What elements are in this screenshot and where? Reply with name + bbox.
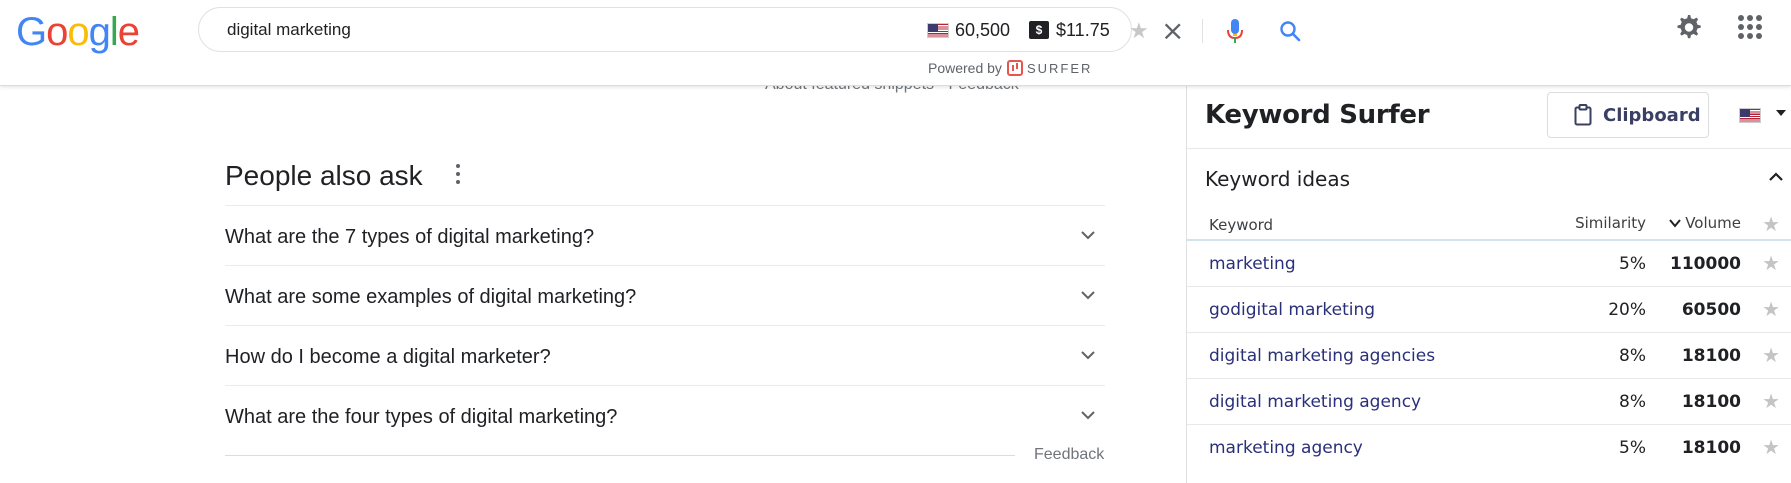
question-text: What are some examples of digital market… — [225, 286, 637, 308]
star-icon[interactable]: ★ — [1762, 251, 1780, 275]
logo-letter: l — [109, 10, 119, 54]
logo-letter: g — [88, 10, 111, 54]
google-logo[interactable]: Google — [16, 10, 140, 55]
star-icon[interactable]: ★ — [1129, 18, 1149, 44]
keyword-link[interactable]: marketing — [1209, 254, 1296, 274]
keyword-ideas-title: Keyword ideas — [1205, 167, 1351, 191]
column-header-volume-label: Volume — [1685, 214, 1741, 232]
question-item[interactable]: What are the four types of digital marke… — [225, 385, 1105, 445]
cpc-value: $11.75 — [1056, 20, 1110, 40]
surfer-logo-icon — [1006, 60, 1023, 76]
clipboard-icon — [1574, 104, 1592, 126]
keyword-link[interactable]: digital marketing agency — [1209, 392, 1421, 412]
table-row: digital marketing agencies 8% 18100 ★ — [1187, 333, 1791, 379]
country-flag-icon[interactable] — [1739, 108, 1761, 123]
feedback-link[interactable]: Feedback — [1034, 446, 1104, 464]
sort-desc-icon — [1669, 219, 1681, 228]
apps-grid-icon[interactable] — [1738, 15, 1762, 39]
table-row: marketing 5% 110000 ★ — [1187, 241, 1791, 287]
table-row: godigital marketing 20% 60500 ★ — [1187, 287, 1791, 333]
keyword-table-header: Keyword Similarity Volume ★ — [1187, 206, 1791, 241]
logo-letter: o — [46, 10, 68, 54]
search-divider — [1202, 19, 1203, 43]
question-text: What are the 7 types of digital marketin… — [225, 226, 595, 248]
volume-value: 18100 — [1681, 346, 1741, 366]
clipboard-label: Clipboard — [1603, 105, 1701, 126]
logo-letter: G — [16, 10, 47, 54]
people-also-ask-title: People also ask — [225, 160, 423, 191]
caret-down-icon[interactable] — [1776, 110, 1786, 116]
column-header-similarity[interactable]: Similarity — [1575, 214, 1646, 232]
question-item[interactable]: What are some examples of digital market… — [225, 265, 1105, 325]
table-row: digital marketing agency 8% 18100 ★ — [1187, 379, 1791, 425]
similarity-value: 20% — [1608, 300, 1646, 320]
volume-value: 18100 — [1681, 438, 1741, 458]
question-text: How do I become a digital marketer? — [225, 346, 551, 368]
keyword-surfer-panel: Keyword Surfer Clipboard Keyword ideas K… — [1186, 86, 1791, 483]
cpc-dollar-icon: $ — [1029, 21, 1049, 39]
more-options-icon[interactable] — [455, 164, 461, 186]
clipboard-button[interactable]: Clipboard — [1547, 92, 1709, 138]
search-volume: 60,500 — [955, 20, 1011, 40]
logo-letter: e — [117, 10, 140, 54]
similarity-value: 5% — [1619, 254, 1646, 274]
chevron-down-icon — [1081, 231, 1095, 240]
search-icon[interactable] — [1279, 20, 1301, 42]
keyword-link[interactable]: godigital marketing — [1209, 300, 1375, 320]
question-item[interactable]: How do I become a digital marketer? — [225, 325, 1105, 385]
mic-icon[interactable] — [1226, 18, 1244, 44]
keyword-link[interactable]: marketing agency — [1209, 438, 1363, 458]
keyword-link[interactable]: digital marketing agencies — [1209, 346, 1435, 366]
powered-by-surfer[interactable]: Powered by SURFER — [928, 60, 1092, 76]
keyword-table-body: marketing 5% 110000 ★ godigital marketin… — [1187, 241, 1791, 471]
star-icon[interactable]: ★ — [1762, 389, 1780, 413]
search-input[interactable]: digital marketing — [227, 20, 351, 40]
surfer-brand: SURFER — [1026, 61, 1093, 76]
powered-by-label: Powered by — [928, 60, 1002, 76]
people-also-ask-list: What are the 7 types of digital marketin… — [225, 205, 1105, 445]
volume-value: 18100 — [1681, 392, 1741, 412]
table-row: marketing agency 5% 18100 ★ — [1187, 425, 1791, 471]
logo-letter: o — [67, 10, 89, 54]
chevron-down-icon — [1081, 351, 1095, 360]
chevron-down-icon — [1081, 291, 1095, 300]
panel-title: Keyword Surfer — [1205, 100, 1430, 130]
divider — [225, 455, 1015, 456]
star-icon[interactable]: ★ — [1762, 435, 1780, 459]
volume-value: 110000 — [1670, 254, 1741, 274]
us-flag-icon — [927, 23, 949, 38]
column-header-keyword[interactable]: Keyword — [1209, 216, 1273, 234]
similarity-value: 8% — [1619, 392, 1646, 412]
chevron-up-icon[interactable] — [1767, 170, 1785, 184]
gear-icon[interactable] — [1672, 11, 1704, 43]
chevron-down-icon — [1081, 411, 1095, 420]
question-item[interactable]: What are the 7 types of digital marketin… — [225, 205, 1105, 265]
similarity-value: 5% — [1619, 438, 1646, 458]
volume-value: 60500 — [1681, 300, 1741, 320]
star-icon[interactable]: ★ — [1762, 343, 1780, 367]
similarity-value: 8% — [1619, 346, 1646, 366]
column-header-volume[interactable]: Volume — [1669, 214, 1741, 232]
search-box[interactable]: digital marketing 60,500 $ $11.75 ★ × — [198, 7, 1301, 52]
star-icon[interactable]: ★ — [1762, 297, 1780, 321]
clear-icon[interactable]: × — [1161, 14, 1184, 47]
star-icon[interactable]: ★ — [1762, 212, 1780, 236]
divider — [1187, 148, 1791, 149]
search-header: Google digital marketing 60,500 $ $11.75… — [0, 0, 1791, 86]
question-text: What are the four types of digital marke… — [225, 406, 618, 428]
